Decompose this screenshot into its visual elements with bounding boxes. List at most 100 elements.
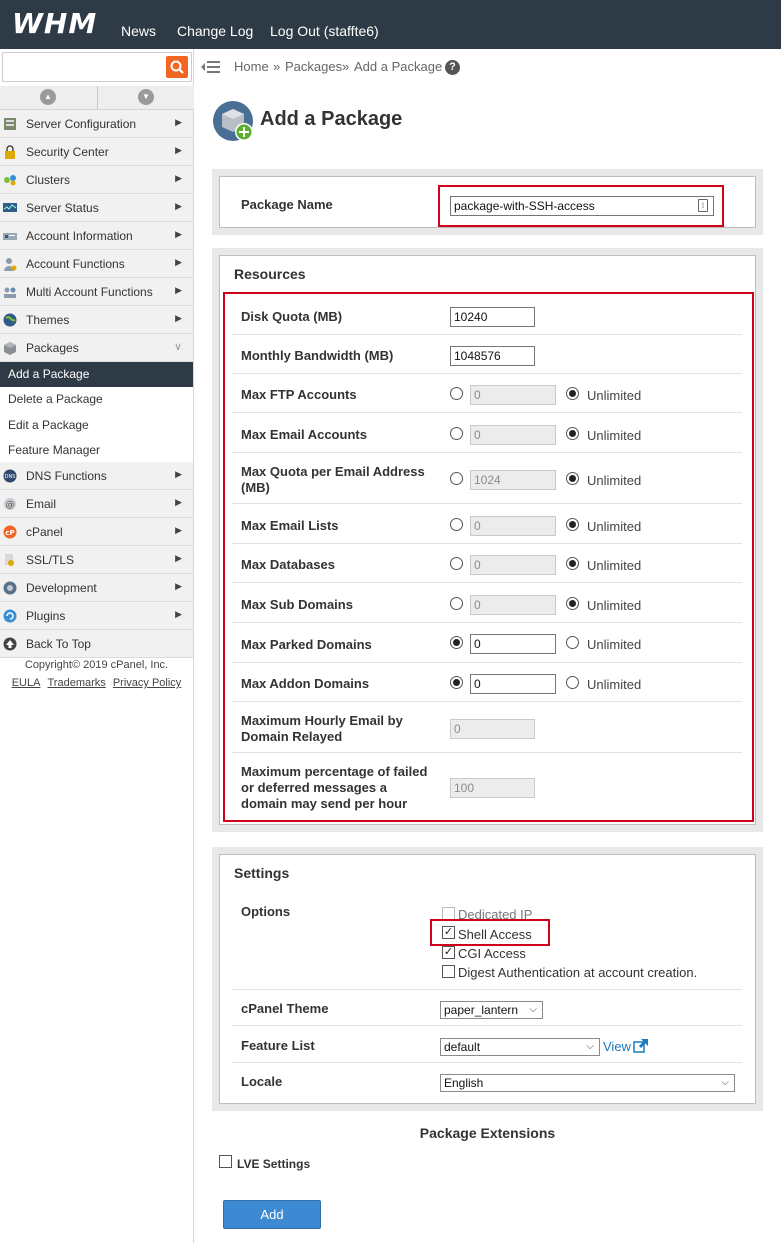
sidebar-item-packages[interactable]: Packages ∨ xyxy=(0,334,193,362)
search-button[interactable] xyxy=(166,56,188,78)
privacy-policy-link[interactable]: Privacy Policy xyxy=(113,677,181,689)
breadcrumb-packages[interactable]: Packages xyxy=(285,59,342,74)
max-email-accounts-unlimited-radio[interactable] xyxy=(566,427,579,440)
max-email-accounts-value: 0 xyxy=(474,428,481,442)
chevron-down-icon: ∨ xyxy=(173,341,182,353)
sidebar-item-multi-account-functions[interactable]: Multi Account Functions ▶ xyxy=(0,278,193,306)
sidebar-item-ssl-tls[interactable]: SSL/TLS ▶ xyxy=(0,546,193,574)
collapse-up-button[interactable]: ▲ xyxy=(0,86,97,110)
sidebar-item-label: Clusters xyxy=(26,173,71,187)
chevron-right-icon: ▶ xyxy=(175,173,182,183)
max-addon-domains-input[interactable]: 0 xyxy=(470,674,556,694)
sidebar-item-plugins[interactable]: Plugins ▶ xyxy=(0,602,193,630)
disk-quota-input[interactable]: 10240 xyxy=(450,307,535,327)
sidebar-item-label: Themes xyxy=(26,313,70,327)
breadcrumb-separator: » xyxy=(273,59,281,74)
trademarks-link[interactable]: Trademarks xyxy=(48,677,106,689)
chevron-right-icon: ▶ xyxy=(175,469,182,479)
sidebar-item-development[interactable]: Development ▶ xyxy=(0,574,193,602)
sidebar-item-label: Server Status xyxy=(26,201,99,215)
package-name-label: Package Name xyxy=(241,197,333,212)
view-feature-list-link[interactable]: View xyxy=(603,1039,631,1054)
max-quota-per-email-input[interactable]: 1024 xyxy=(470,470,556,490)
max-email-accounts-limit-radio[interactable] xyxy=(450,427,463,440)
eula-link[interactable]: EULA xyxy=(12,677,41,689)
max-databases-limit-radio[interactable] xyxy=(450,557,463,570)
sidebar-item-clusters[interactable]: Clusters ▶ xyxy=(0,166,193,194)
row-divider xyxy=(232,1025,742,1026)
logout-link[interactable]: Log Out (staffte6) xyxy=(270,23,379,39)
max-email-lists-unlimited-radio[interactable] xyxy=(566,518,579,531)
sidebar-item-server-status[interactable]: Server Status ▶ xyxy=(0,194,193,222)
breadcrumb-home[interactable]: Home xyxy=(234,59,269,74)
expand-down-button[interactable]: ▼ xyxy=(97,86,194,110)
unlimited-label: Unlimited xyxy=(587,388,642,403)
ssl-icon xyxy=(5,554,14,566)
sidebar-item-label: Security Center xyxy=(26,145,109,159)
sidebar-item-dns-functions[interactable]: DNS DNS Functions ▶ xyxy=(0,462,193,490)
max-addon-domains-unlimited-radio[interactable] xyxy=(566,676,579,689)
lve-settings-checkbox[interactable] xyxy=(219,1155,232,1168)
page-title: Add a Package xyxy=(260,108,403,130)
sidebar-item-account-functions[interactable]: Account Functions ▶ xyxy=(0,250,193,278)
max-quota-per-email-unlimited-radio[interactable] xyxy=(566,472,579,485)
add-package-icon xyxy=(213,101,253,141)
max-email-lists-input[interactable]: 0 xyxy=(470,516,556,536)
sidebar-item-security-center[interactable]: Security Center ▶ xyxy=(0,138,193,166)
help-icon[interactable]: ? xyxy=(445,60,460,75)
sidebar-item-server-configuration[interactable]: Server Configuration ▶ xyxy=(0,110,193,138)
max-sub-domains-limit-radio[interactable] xyxy=(450,597,463,610)
max-email-lists-limit-radio[interactable] xyxy=(450,518,463,531)
sidebar-subitem-add-package[interactable]: Add a Package xyxy=(0,362,193,387)
max-ftp-limit-radio[interactable] xyxy=(450,387,463,400)
failed-percentage-input[interactable]: 100 xyxy=(450,778,535,798)
sidebar-item-themes[interactable]: Themes ▶ xyxy=(0,306,193,334)
max-parked-domains-unlimited-radio[interactable] xyxy=(566,636,579,649)
max-databases-input[interactable]: 0 xyxy=(470,555,556,575)
max-addon-domains-label: Max Addon Domains xyxy=(241,676,370,691)
max-sub-domains-input[interactable]: 0 xyxy=(470,595,556,615)
row-divider xyxy=(232,701,742,702)
max-ftp-input[interactable]: 0 xyxy=(470,385,556,405)
max-parked-domains-input[interactable]: 0 xyxy=(470,634,556,654)
cgi-access-checkbox[interactable]: ✓ xyxy=(442,946,455,959)
sidebar-subitem-feature-manager[interactable]: Feature Manager xyxy=(0,438,193,463)
max-quota-per-email-limit-radio[interactable] xyxy=(450,472,463,485)
sidebar-item-cpanel[interactable]: cP cPanel ▶ xyxy=(0,518,193,546)
sidebar-item-back-to-top[interactable]: Back To Top xyxy=(0,630,193,658)
whm-logo[interactable]: WHM xyxy=(12,7,97,40)
news-link[interactable]: News xyxy=(121,23,156,39)
subitem-label: Feature Manager xyxy=(8,443,101,457)
sidebar-subitem-delete-package[interactable]: Delete a Package xyxy=(0,387,193,412)
menu-toggle-icon[interactable] xyxy=(200,58,220,76)
sidebar-item-email[interactable]: @ Email ▶ xyxy=(0,490,193,518)
bandwidth-input[interactable]: 1048576 xyxy=(450,346,535,366)
max-email-accounts-input[interactable]: 0 xyxy=(470,425,556,445)
sidebar-item-label: Development xyxy=(26,581,97,595)
search-input[interactable] xyxy=(5,55,163,79)
max-addon-domains-limit-radio[interactable] xyxy=(450,676,463,689)
feature-list-select[interactable]: default ⌵ xyxy=(440,1038,600,1056)
max-parked-domains-limit-radio[interactable] xyxy=(450,636,463,649)
change-log-link[interactable]: Change Log xyxy=(177,23,253,39)
max-sub-domains-unlimited-radio[interactable] xyxy=(566,597,579,610)
cpanel-theme-select[interactable]: paper_lantern ⌵ xyxy=(440,1001,543,1019)
digest-auth-checkbox[interactable] xyxy=(442,965,455,978)
row-divider xyxy=(232,662,742,663)
locale-select[interactable]: English ⌵ xyxy=(440,1074,735,1092)
chevron-right-icon: ▶ xyxy=(175,229,182,239)
max-databases-unlimited-radio[interactable] xyxy=(566,557,579,570)
external-link-icon[interactable] xyxy=(633,1039,649,1053)
sidebar-item-account-information[interactable]: Account Information ▶ xyxy=(0,222,193,250)
copyright-text: Copyright© 2019 cPanel, Inc. xyxy=(24,659,169,671)
unlimited-label: Unlimited xyxy=(587,677,642,692)
max-addon-domains-value: 0 xyxy=(474,677,481,691)
disk-quota-label: Disk Quota (MB) xyxy=(241,309,343,324)
max-ftp-unlimited-radio[interactable] xyxy=(566,387,579,400)
hourly-email-input[interactable]: 0 xyxy=(450,719,535,739)
add-button[interactable]: Add xyxy=(223,1200,321,1229)
sidebar-footer: Copyright© 2019 cPanel, Inc. EULA Tradem… xyxy=(0,659,193,689)
sidebar-subitem-edit-package[interactable]: Edit a Package xyxy=(0,413,193,438)
feature-list-label: Feature List xyxy=(241,1038,315,1053)
cpanel-theme-value: paper_lantern xyxy=(444,1003,519,1017)
